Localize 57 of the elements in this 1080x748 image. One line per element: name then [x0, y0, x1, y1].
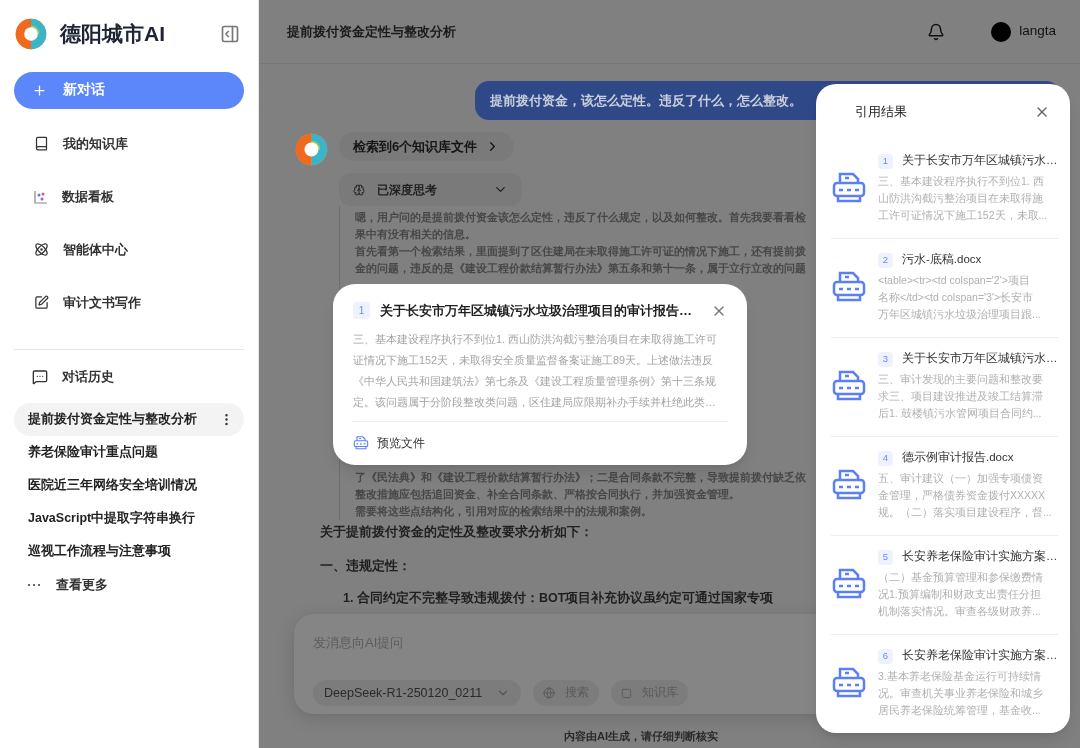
- see-more-link[interactable]: 查看更多: [56, 574, 108, 595]
- index-badge: 6: [878, 648, 893, 664]
- notification-icon[interactable]: [927, 22, 946, 41]
- reference-title: 长安养老保险审计实施方案…: [902, 549, 1058, 565]
- logo-icon: [14, 17, 48, 51]
- collapse-sidebar-icon[interactable]: [220, 24, 240, 44]
- brain-icon: [353, 183, 365, 196]
- notebook-icon: [34, 136, 49, 151]
- answer-text: 1. 合同约定不完整导致违规拨付：BOT项目补充协议虽约定可通过国家专项: [343, 591, 774, 606]
- thinking-toggle[interactable]: 已深度思考: [339, 173, 522, 206]
- reference-title: 污水-底稿.docx: [902, 252, 982, 268]
- reference-item[interactable]: 5 长安养老保险审计实施方案… （二）基金预算管理和参保缴费情 况1.预算编制和财政支出责任分担 机制落实情况。审查各级财政养...: [831, 536, 1058, 635]
- history-item[interactable]: JavaScript中提取字符串换行: [14, 502, 244, 535]
- nav-item[interactable]: 智能体中心: [14, 223, 244, 276]
- reference-title: 关于长安市万年区城镇污水…: [902, 153, 1058, 169]
- user-name: langta: [1019, 22, 1056, 41]
- plus-icon: [32, 83, 47, 98]
- history-item[interactable]: 医院近三年网络安全培训情况: [14, 469, 244, 502]
- reference-item[interactable]: 6 长安养老保险审计实施方案… 3.基本养老保险基金运行可持续情 况。审查机关事业养老保险和城乡 居民养老保险统筹管理，基金收...: [831, 635, 1058, 733]
- index-badge: 1: [878, 153, 893, 169]
- nav-item[interactable]: 数据看板: [14, 170, 244, 223]
- nav-item[interactable]: 审计文书写作: [14, 276, 244, 329]
- index-badge: 2: [878, 252, 893, 268]
- index-badge: 5: [878, 549, 893, 565]
- index-badge: 1: [353, 302, 370, 320]
- reference-title: 长安养老保险审计实施方案…: [902, 648, 1058, 664]
- popup-title: 关于长安市万年区城镇污水垃圾治理项目的审计报告…: [380, 302, 693, 320]
- reference-item[interactable]: 2 污水-底稿.docx <table><tr><td colspan='2'>项目 名称</td><td colspan='3'>长安市 万年区城镇污水垃圾治理项目跟...: [831, 239, 1058, 338]
- avatar[interactable]: [991, 21, 1012, 42]
- nav-item[interactable]: 我的知识库: [14, 117, 244, 170]
- index-badge: 4: [878, 450, 893, 466]
- atom-icon: [34, 242, 49, 257]
- history-item[interactable]: 巡视工作流程与注意事项: [14, 535, 244, 568]
- history-item[interactable]: 提前拨付资金定性与整改分析: [14, 403, 244, 436]
- history-heading: 对话历史: [62, 368, 114, 387]
- chat-history-icon: [32, 369, 48, 385]
- conversation-title: 提前拨付资金定性与整改分析: [287, 22, 457, 41]
- disclaimer: 内容由AI生成，请仔细判断核实: [564, 729, 718, 744]
- globe-icon: [543, 687, 556, 699]
- panel-title: 引用结果: [855, 103, 908, 122]
- chart-icon: [34, 189, 48, 204]
- answer-text: 关于提前拨付资金的定性及整改要求分析如下：: [320, 524, 593, 540]
- logo-icon: [294, 132, 329, 167]
- brand-name: 德阳城市AI: [60, 21, 166, 48]
- sources-chip[interactable]: 检索到6个知识库文件: [339, 132, 515, 161]
- square-icon: [621, 687, 633, 699]
- reference-snippet: 3.基本养老保险基金运行可持续情 况。审查机关事业养老保险和城乡 居民养老保险统筹管理，基金收...: [878, 668, 1044, 718]
- pen-icon: [34, 295, 49, 310]
- preview-file-link[interactable]: 预览文件: [353, 434, 727, 452]
- history-item[interactable]: 养老保险审计重点问题: [14, 436, 244, 469]
- index-badge: 3: [878, 351, 893, 367]
- reference-title: 德示例审计报告.docx: [902, 450, 1014, 466]
- reference-title: 关于长安市万年区城镇污水…: [902, 351, 1058, 367]
- reference-snippet: （二）基金预算管理和参保缴费情 况1.预算编制和财政支出责任分担 机制落实情况。审查各级财政养...: [878, 569, 1044, 619]
- answer-text: 一、违规定性：: [320, 558, 411, 574]
- model-select[interactable]: DeepSeek-R1-250120_0211: [313, 680, 522, 706]
- reference-snippet: <table><tr><td colspan='2'>项目 名称</td><td colspan='3'>长安市 万年区城镇污水垃圾治理项目跟...: [878, 272, 1041, 322]
